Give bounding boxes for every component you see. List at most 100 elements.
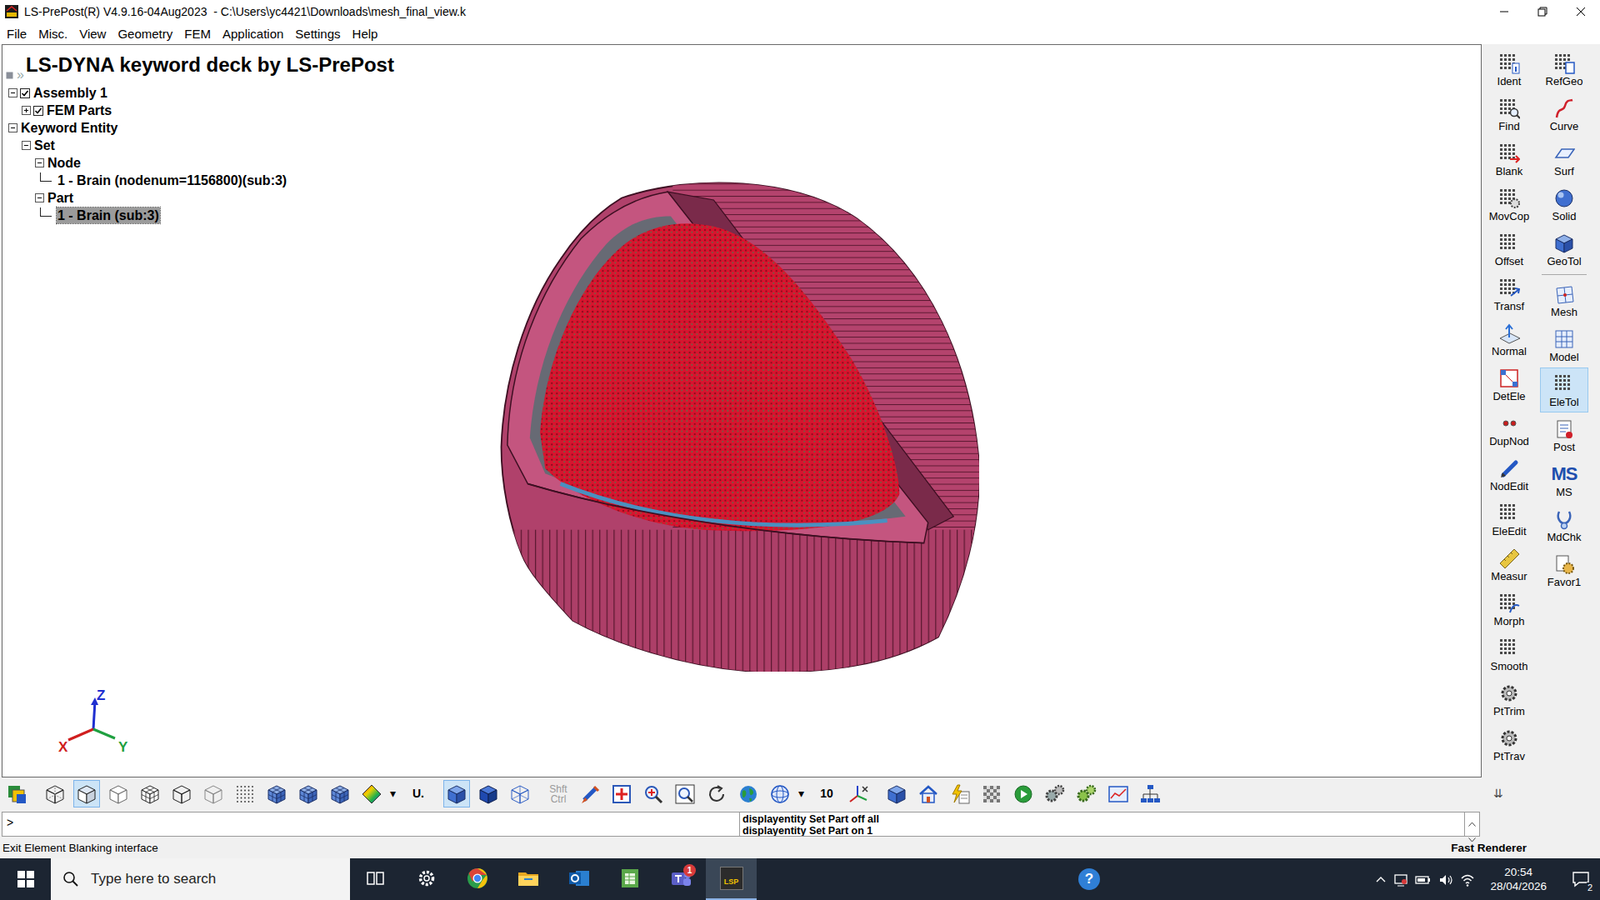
toolbar-button[interactable] bbox=[231, 780, 259, 808]
visibility-checkbox[interactable] bbox=[20, 88, 30, 99]
clock[interactable]: 20:5428/04/2026 bbox=[1481, 865, 1555, 894]
taskbar-app[interactable] bbox=[400, 858, 452, 900]
more-tools[interactable]: ⇊ bbox=[1483, 785, 1600, 803]
restore-icon[interactable] bbox=[1523, 0, 1562, 24]
toolbar-button[interactable] bbox=[1010, 780, 1037, 808]
tree-row[interactable]: FEM Parts bbox=[5, 101, 288, 120]
expander-icon[interactable] bbox=[35, 193, 45, 203]
tree-item-label[interactable]: Assembly 1 bbox=[32, 85, 109, 101]
toolbar-button[interactable]: Shft Ctrl bbox=[545, 780, 572, 808]
command-input[interactable]: > bbox=[1, 811, 740, 837]
toolbar-button[interactable] bbox=[640, 780, 667, 808]
tool-button[interactable]: RefGeo bbox=[1540, 46, 1589, 92]
toolbar-button[interactable] bbox=[3, 780, 30, 808]
tool-button[interactable]: PtTrav bbox=[1485, 721, 1534, 767]
toolbar-button[interactable] bbox=[1073, 780, 1100, 808]
minimize-icon[interactable] bbox=[1485, 0, 1524, 24]
toolbar-button[interactable] bbox=[703, 780, 730, 808]
tool-button[interactable]: Morph bbox=[1485, 586, 1534, 632]
expander-icon[interactable] bbox=[21, 140, 31, 150]
toolbar-button[interactable] bbox=[200, 780, 227, 808]
menu-item[interactable]: Geometry bbox=[111, 23, 179, 45]
tool-button[interactable]: Measur bbox=[1485, 541, 1534, 587]
expander-icon[interactable] bbox=[35, 158, 45, 168]
menu-item[interactable]: View bbox=[73, 23, 112, 45]
tree-row[interactable]: Keyword Entity bbox=[5, 119, 288, 137]
taskbar-app[interactable]: 1 bbox=[655, 858, 706, 900]
tree-row[interactable]: Assembly 1 bbox=[5, 84, 288, 102]
tool-button[interactable]: MSMS bbox=[1540, 457, 1589, 503]
tool-button[interactable]: Solid bbox=[1540, 181, 1589, 227]
tool-button[interactable]: Smooth bbox=[1485, 631, 1534, 677]
tool-button[interactable]: Mesh bbox=[1540, 277, 1589, 323]
toolbar-button[interactable] bbox=[883, 780, 910, 808]
expander-icon[interactable] bbox=[8, 88, 18, 98]
toolbar-button[interactable] bbox=[358, 780, 385, 808]
tool-button[interactable]: Normal bbox=[1485, 316, 1534, 362]
toolbar-button[interactable] bbox=[1041, 780, 1069, 808]
toolbar-button[interactable] bbox=[263, 780, 290, 808]
tool-button[interactable]: GeoTol bbox=[1540, 226, 1589, 272]
toolbar-button[interactable]: ▾ bbox=[798, 780, 809, 808]
head-model-icon[interactable] bbox=[499, 177, 980, 672]
menu-item[interactable]: FEM bbox=[178, 23, 217, 45]
toolbar-button[interactable]: 10 bbox=[813, 780, 840, 808]
toolbar-button[interactable] bbox=[608, 780, 635, 808]
toolbar-button[interactable] bbox=[73, 780, 100, 808]
panel-toggle[interactable]: » bbox=[16, 67, 25, 83]
toolbar-button[interactable]: U. bbox=[405, 780, 432, 808]
tool-button[interactable]: Post bbox=[1540, 412, 1589, 458]
menu-item[interactable]: File bbox=[0, 23, 33, 45]
toolbar-button[interactable] bbox=[671, 780, 699, 808]
expander-icon[interactable] bbox=[8, 123, 18, 133]
tool-button[interactable]: DetEle bbox=[1485, 361, 1534, 407]
close-icon[interactable] bbox=[1561, 0, 1600, 24]
help-icon[interactable]: ? bbox=[1078, 868, 1100, 890]
tool-button[interactable]: Favor1 bbox=[1540, 547, 1589, 593]
toolbar-button[interactable] bbox=[475, 780, 502, 808]
tool-button[interactable]: Find bbox=[1485, 91, 1534, 137]
tool-button[interactable]: Ident bbox=[1485, 46, 1534, 92]
tree-row[interactable]: 1 - Brain (nodenum=1156800)(sub:3) bbox=[5, 171, 288, 190]
expander-icon[interactable] bbox=[21, 105, 31, 115]
taskbar-app[interactable] bbox=[350, 858, 401, 900]
scroll-up-icon[interactable] bbox=[1468, 815, 1476, 832]
device-icon[interactable] bbox=[1393, 870, 1409, 888]
taskbar-app[interactable] bbox=[604, 858, 655, 900]
menu-item[interactable]: Application bbox=[216, 23, 290, 45]
tree-row[interactable]: Node bbox=[5, 154, 288, 172]
log-scrollbar[interactable] bbox=[1465, 811, 1480, 837]
volume-icon[interactable] bbox=[1438, 870, 1454, 888]
battery-icon[interactable] bbox=[1415, 870, 1432, 888]
search-input[interactable] bbox=[89, 867, 350, 891]
tree-row[interactable]: Set bbox=[5, 136, 288, 155]
tool-button[interactable]: Blank bbox=[1485, 136, 1534, 182]
tree-item-label[interactable]: 1 - Brain (sub:3) bbox=[56, 207, 160, 224]
toolbar-button[interactable] bbox=[978, 780, 1005, 808]
toolbar-button[interactable] bbox=[766, 780, 794, 808]
toolbar-button[interactable] bbox=[1105, 780, 1132, 808]
taskbar-search[interactable] bbox=[50, 858, 350, 900]
taskbar-app[interactable]: LSP bbox=[705, 858, 757, 900]
toolbar-button[interactable] bbox=[1136, 780, 1164, 808]
windows-start-icon[interactable] bbox=[0, 858, 51, 900]
toolbar-button[interactable] bbox=[915, 780, 942, 808]
tree-row[interactable]: Part bbox=[5, 189, 288, 207]
toolbar-button[interactable] bbox=[506, 780, 534, 808]
tree-row[interactable]: 1 - Brain (sub:3) bbox=[5, 206, 288, 225]
toolbar-button[interactable] bbox=[105, 780, 132, 808]
tool-button[interactable]: Offset bbox=[1485, 226, 1534, 272]
toolbar-button[interactable] bbox=[41, 780, 69, 808]
toolbar-button[interactable] bbox=[295, 780, 322, 808]
toolbar-button[interactable] bbox=[168, 780, 195, 808]
visibility-checkbox[interactable] bbox=[33, 105, 44, 116]
toolbar-button[interactable] bbox=[443, 780, 470, 808]
tool-button[interactable]: Surf bbox=[1540, 136, 1589, 182]
tool-button[interactable]: Model bbox=[1540, 322, 1589, 368]
tool-button[interactable]: PtTrim bbox=[1485, 676, 1534, 722]
tool-button[interactable]: Transf bbox=[1485, 271, 1534, 317]
taskbar-app[interactable] bbox=[451, 858, 503, 900]
toolbar-button[interactable] bbox=[845, 780, 872, 808]
menu-item[interactable]: Misc. bbox=[32, 23, 74, 45]
toolbar-button[interactable] bbox=[735, 780, 762, 808]
